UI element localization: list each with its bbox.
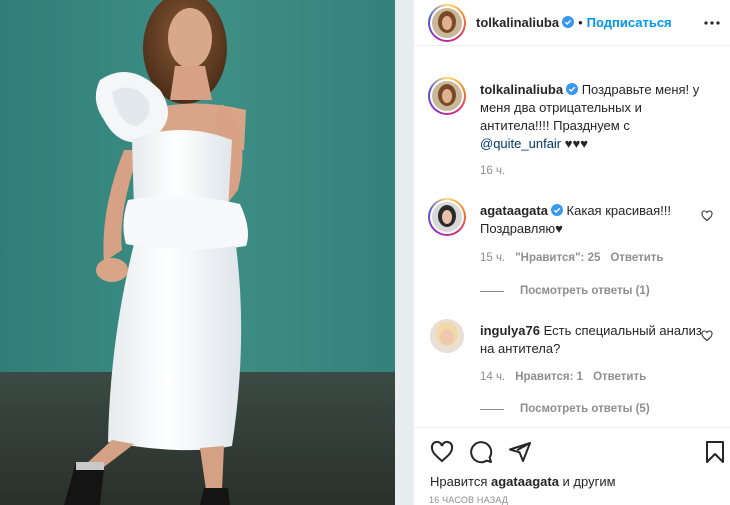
comment-avatar[interactable] bbox=[428, 198, 466, 236]
comment-likes[interactable]: "Нравится": 25 bbox=[515, 252, 600, 264]
comment-likes[interactable]: Нравится: 1 bbox=[515, 371, 583, 383]
comment-time[interactable]: 15 ч. bbox=[480, 252, 505, 264]
heart-icon[interactable] bbox=[430, 440, 454, 464]
verified-badge-icon bbox=[550, 204, 563, 216]
comment-text: ingulya76 Есть специальный анализ на ант… bbox=[480, 322, 702, 358]
likes-summary: Нравится agataagata и другим bbox=[430, 474, 616, 489]
reply-button[interactable]: Ответить bbox=[593, 371, 646, 383]
comment-avatar[interactable] bbox=[430, 319, 464, 353]
view-replies-label: Посмотреть ответы (1) bbox=[520, 285, 650, 297]
follow-button[interactable]: Подписаться bbox=[587, 15, 672, 30]
reply-button[interactable]: Ответить bbox=[610, 252, 663, 264]
avatar-image bbox=[432, 202, 462, 232]
comment-author-link[interactable]: agataagata bbox=[480, 203, 548, 218]
likes-prefix: Нравится bbox=[430, 474, 488, 489]
header-author-line: tolkalinaliuba • Подписаться bbox=[476, 15, 672, 30]
avatar-image bbox=[432, 8, 462, 38]
comment-text: agataagata Какая красивая!!! Поздравляю♥ bbox=[480, 202, 702, 238]
avatar-image bbox=[432, 81, 462, 111]
more-options-icon[interactable] bbox=[703, 14, 721, 32]
separator-dot: • bbox=[578, 15, 583, 30]
comment-meta: 15 ч. "Нравится": 25 Ответить bbox=[480, 252, 674, 264]
author-avatar[interactable] bbox=[428, 4, 466, 42]
verified-badge-icon bbox=[566, 83, 579, 95]
caption-avatar[interactable] bbox=[428, 77, 466, 115]
caption-hearts: ♥♥♥ bbox=[564, 136, 588, 151]
replies-divider bbox=[480, 408, 504, 410]
comment-meta: 14 ч. Нравится: 1 Ответить bbox=[480, 371, 656, 383]
view-replies-button[interactable]: Посмотреть ответы (1) bbox=[480, 285, 650, 297]
post-photo[interactable] bbox=[0, 0, 413, 505]
post-header: tolkalinaliuba • Подписаться bbox=[414, 0, 730, 46]
caption-text: tolkalinaliuba Поздравьте меня! у меня д… bbox=[480, 81, 702, 153]
verified-badge-icon bbox=[562, 16, 575, 28]
comment-icon[interactable] bbox=[469, 440, 493, 464]
caption-meta: 16 ч. bbox=[480, 165, 515, 177]
comment-like-heart-icon[interactable] bbox=[701, 210, 713, 222]
post-sidebar: tolkalinaliuba • Подписаться tolkalinaliub… bbox=[413, 0, 730, 505]
bookmark-icon[interactable] bbox=[703, 440, 727, 464]
share-icon[interactable] bbox=[508, 440, 532, 464]
comment-author-link[interactable]: ingulya76 bbox=[480, 323, 540, 338]
post-author-link[interactable]: tolkalinaliuba bbox=[476, 15, 559, 30]
post-timestamp[interactable]: 16 ЧАСОВ НАЗАД bbox=[429, 495, 508, 505]
post-image bbox=[0, 0, 413, 505]
comment-time[interactable]: 14 ч. bbox=[480, 371, 505, 383]
comment-like-heart-icon[interactable] bbox=[701, 330, 713, 342]
comments-list: tolkalinaliuba Поздравьте меня! у меня д… bbox=[414, 47, 730, 435]
caption-mention-link[interactable]: @quite_unfair bbox=[480, 136, 561, 151]
likes-others-link[interactable]: и другим bbox=[563, 474, 616, 489]
caption-time[interactable]: 16 ч. bbox=[480, 165, 505, 177]
view-replies-button[interactable]: Посмотреть ответы (5) bbox=[480, 403, 650, 415]
likes-user-link[interactable]: agataagata bbox=[491, 474, 559, 489]
post-actions: Нравится agataagata и другим bbox=[414, 427, 730, 505]
replies-divider bbox=[480, 290, 504, 292]
avatar-image bbox=[430, 319, 464, 353]
view-replies-label: Посмотреть ответы (5) bbox=[520, 403, 650, 415]
caption-author-link[interactable]: tolkalinaliuba bbox=[480, 82, 563, 97]
